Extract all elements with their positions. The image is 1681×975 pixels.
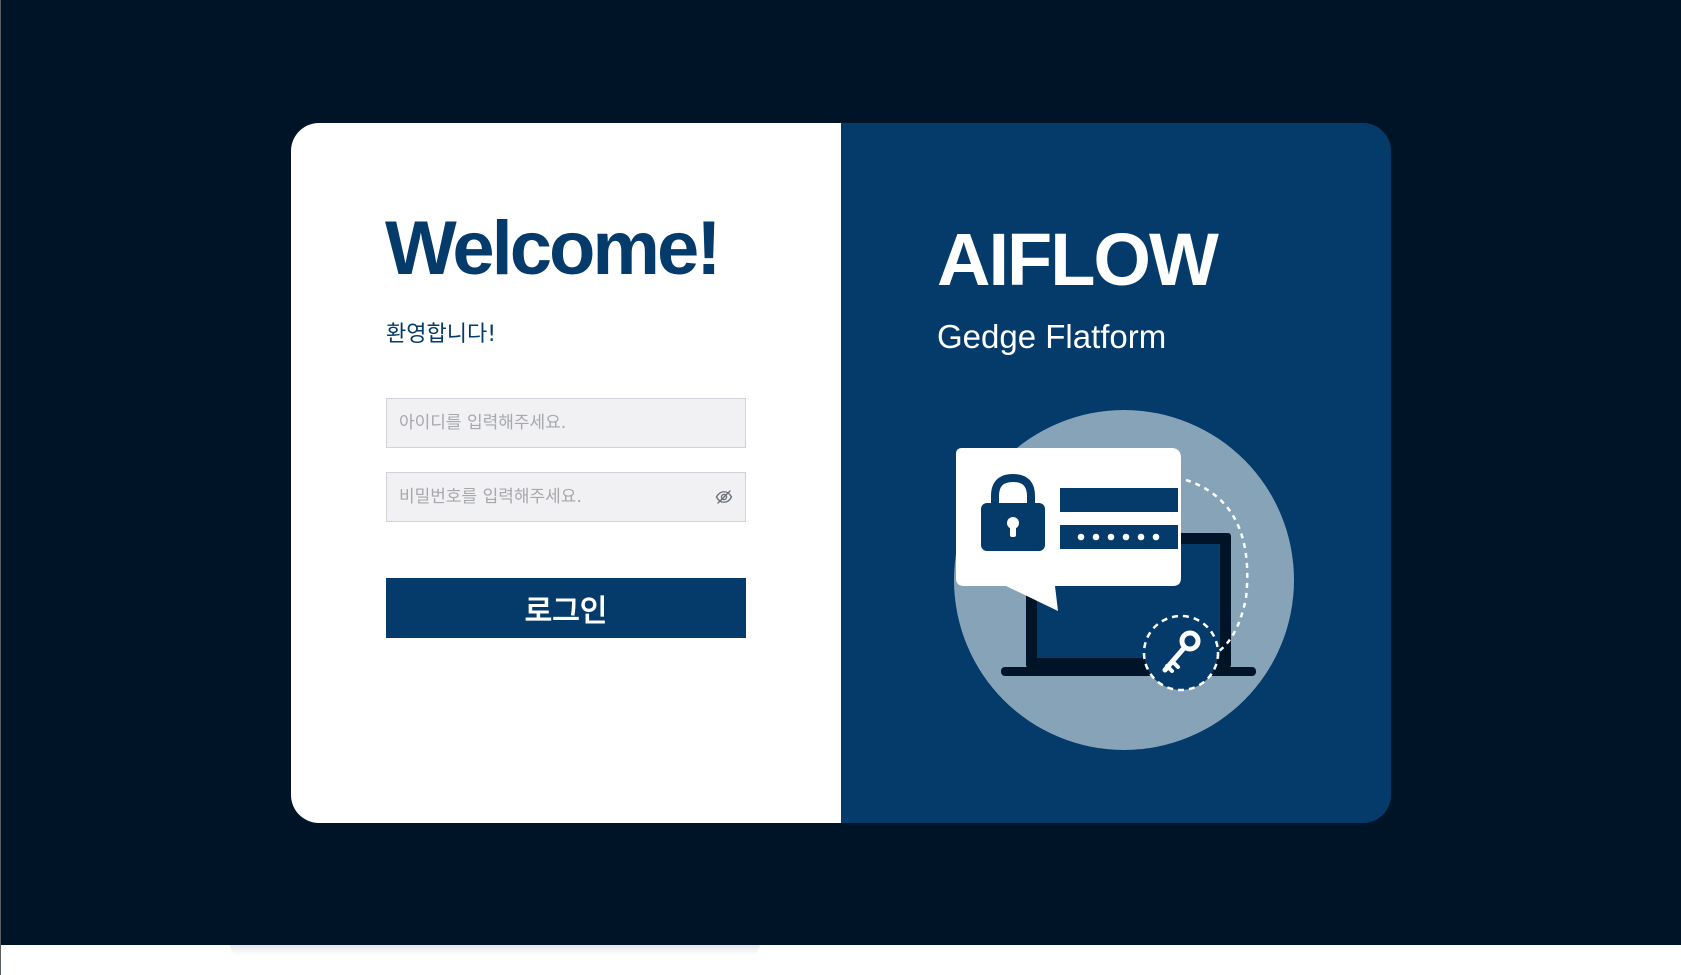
id-field bbox=[386, 398, 746, 448]
window-edge bbox=[0, 0, 1, 975]
id-input[interactable] bbox=[387, 399, 745, 447]
brand-tagline: Gedge Flatform bbox=[937, 318, 1167, 355]
key-icon bbox=[1142, 614, 1220, 692]
login-button[interactable]: 로그인 bbox=[386, 578, 746, 638]
eye-slash-icon[interactable] bbox=[713, 486, 735, 508]
password-field bbox=[386, 472, 746, 522]
login-card: Welcome! 환영합니다! 로그인 AIFLOW Gedge Flatfor… bbox=[291, 123, 1391, 823]
welcome-title: Welcome! bbox=[385, 206, 722, 291]
brand-title: AIFLOW bbox=[937, 218, 1219, 301]
brand-panel: AIFLOW Gedge Flatform bbox=[841, 123, 1391, 823]
welcome-subtitle: 환영합니다! bbox=[386, 322, 497, 347]
security-illustration bbox=[954, 410, 1294, 750]
login-panel: Welcome! 환영합니다! 로그인 bbox=[291, 123, 841, 823]
password-input[interactable] bbox=[387, 473, 713, 521]
bottom-shadow bbox=[230, 945, 760, 955]
